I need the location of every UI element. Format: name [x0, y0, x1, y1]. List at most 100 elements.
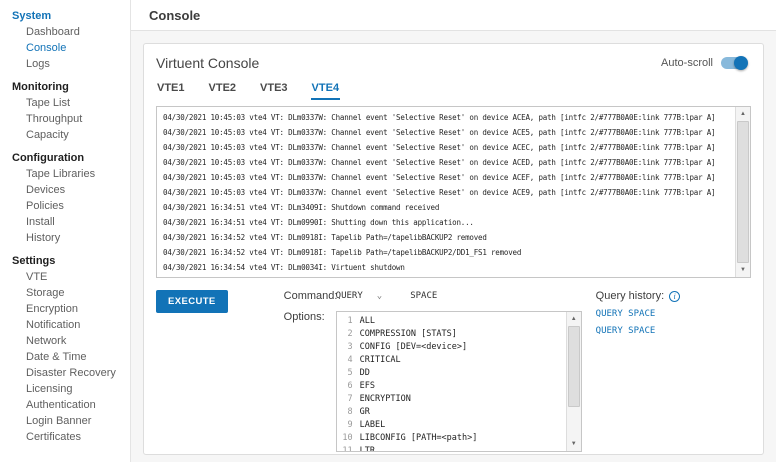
option-number: 10: [342, 433, 353, 443]
option-label: DD: [359, 368, 370, 378]
info-icon[interactable]: i: [669, 290, 681, 302]
log-line: 04/30/2021 10:45:03 vte4 VT: DLm0337W: C…: [163, 158, 716, 167]
tab-vte4[interactable]: VTE4: [310, 80, 341, 100]
command-panel: EXECUTE Command: QUERY ⌄ SPACE Options:: [156, 290, 751, 452]
option-item-encryption[interactable]: 7 ENCRYPTION: [337, 393, 563, 406]
option-number: 3: [347, 342, 353, 352]
option-item-ltr[interactable]: 11 LTR: [337, 445, 563, 452]
card-header: Virtuent Console Auto-scroll: [156, 55, 751, 71]
card-title: Virtuent Console: [156, 55, 260, 71]
command-label: Command:: [283, 290, 338, 302]
sidebar-section-system: System: [12, 10, 52, 22]
command-argument-input[interactable]: SPACE: [410, 291, 437, 301]
option-item-label[interactable]: 9 LABEL: [337, 419, 563, 432]
option-item-gr[interactable]: 8 GR: [337, 406, 563, 419]
execute-button[interactable]: EXECUTE: [156, 290, 228, 313]
option-item-libconfig-path-path[interactable]: 10 LIBCONFIG [PATH=<path>]: [337, 432, 563, 445]
sidebar-item-tape-list[interactable]: Tape List: [0, 95, 130, 111]
virtuent-console-card: Virtuent Console Auto-scroll VTE1 VTE2 VTE…: [143, 43, 764, 455]
command-form: Command: QUERY ⌄ SPACE Options: 1 ALL 2 COM…: [284, 290, 582, 452]
options-label: Options:: [283, 311, 325, 323]
sidebar-section-settings: Settings: [12, 255, 56, 267]
log-line: 04/30/2021 16:34:54 vte4 VT: DLm0034I: V…: [163, 263, 405, 272]
option-label: GR: [359, 407, 370, 417]
sidebar-item-dashboard[interactable]: Dashboard: [0, 24, 130, 40]
sidebar-item-logs[interactable]: Logs: [0, 56, 130, 72]
tab-vte2[interactable]: VTE2: [208, 80, 238, 100]
autoscroll-label: Auto-scroll: [661, 57, 713, 69]
option-item-all[interactable]: 1 ALL: [337, 315, 563, 328]
option-number: 4: [347, 355, 353, 365]
options-scrollbar-thumb[interactable]: [567, 326, 580, 407]
log-line: 04/30/2021 10:45:03 vte4 VT: DLm0337W: C…: [163, 113, 716, 122]
sidebar-item-throughput[interactable]: Throughput: [0, 111, 130, 127]
scroll-up-icon[interactable]: ▲: [567, 312, 581, 326]
sidebar-item-capacity[interactable]: Capacity: [0, 127, 130, 143]
log-line: 04/30/2021 16:34:51 vte4 VT: DLm0990I: S…: [163, 218, 474, 227]
sidebar-section-monitoring: Monitoring: [12, 81, 69, 93]
sidebar-item-disaster-recovery[interactable]: Disaster Recovery: [0, 365, 130, 381]
app-window: System Dashboard Console Logs Monitoring Tape…: [0, 0, 776, 462]
sidebar-item-devices[interactable]: Devices: [0, 182, 130, 198]
chevron-down-icon: ⌄: [376, 291, 383, 301]
option-number: 5: [347, 368, 353, 378]
options-listbox[interactable]: 1 ALL 2 COMPRESSION [STATS] 3 CONFIG [DEV=<de…: [335, 311, 582, 452]
sidebar-item-history[interactable]: History: [0, 230, 130, 246]
console-log-viewport[interactable]: 04/30/2021 10:45:03 vte4 VT: DLm0337W: C…: [156, 106, 751, 278]
command-select[interactable]: QUERY ⌄: [336, 291, 383, 301]
log-line: 04/30/2021 16:34:52 vte4 VT: DLm0918I: T…: [163, 248, 522, 257]
option-number: 8: [347, 407, 353, 417]
tab-vte3[interactable]: VTE3: [259, 80, 289, 100]
sidebar-item-licensing[interactable]: Licensing: [0, 381, 130, 397]
scroll-down-icon[interactable]: ▼: [567, 437, 581, 451]
sidebar-item-tape-libraries[interactable]: Tape Libraries: [0, 166, 130, 182]
tab-vte1[interactable]: VTE1: [156, 80, 186, 100]
sidebar-item-policies[interactable]: Policies: [0, 198, 130, 214]
option-item-critical[interactable]: 4 CRITICAL: [337, 354, 563, 367]
option-item-compression-stats[interactable]: 2 COMPRESSION [STATS]: [337, 328, 563, 341]
toggle-knob: [734, 56, 748, 70]
sidebar-item-vte[interactable]: VTE: [0, 269, 130, 285]
log-scrollbar[interactable]: ▲ ▼: [735, 107, 750, 277]
sidebar-item-install[interactable]: Install: [0, 214, 130, 230]
option-label: EFS: [359, 381, 376, 391]
sidebar-section-configuration: Configuration: [12, 152, 85, 164]
main-area: Console Virtuent Console Auto-scroll VTE…: [131, 0, 776, 462]
scroll-up-icon[interactable]: ▲: [736, 107, 750, 121]
option-label: LABEL: [359, 420, 386, 430]
option-number: 2: [347, 329, 353, 339]
option-item-dd[interactable]: 5 DD: [337, 367, 563, 380]
option-item-efs[interactable]: 6 EFS: [337, 380, 563, 393]
option-label: COMPRESSION [STATS]: [359, 329, 457, 339]
log-line: 04/30/2021 16:34:52 vte4 VT: DLm0918I: T…: [163, 233, 487, 242]
sidebar-item-network[interactable]: Network: [0, 333, 130, 349]
options-list: 1 ALL 2 COMPRESSION [STATS] 3 CONFIG [DEV=<de…: [337, 315, 563, 452]
console-log-lines: 04/30/2021 10:45:03 vte4 VT: DLm0337W: C…: [163, 110, 730, 275]
sidebar-item-notification[interactable]: Notification: [0, 317, 130, 333]
option-number: 11: [342, 446, 353, 452]
option-item-config-dev-device[interactable]: 3 CONFIG [DEV=<device>]: [337, 341, 563, 354]
sidebar-item-certificates[interactable]: Certificates: [0, 429, 130, 445]
sidebar-item-authentication[interactable]: Authentication: [0, 397, 130, 413]
query-history-link[interactable]: QUERY SPACE: [596, 326, 680, 336]
log-line: 04/30/2021 10:45:03 vte4 VT: DLm0337W: C…: [163, 128, 716, 137]
sidebar-item-login-banner[interactable]: Login Banner: [0, 413, 130, 429]
option-label: CONFIG [DEV=<device>]: [359, 342, 468, 352]
query-history-header: Query history: i: [596, 290, 681, 302]
query-history-links: QUERY SPACE QUERY SPACE: [596, 309, 680, 336]
query-history-link[interactable]: QUERY SPACE: [596, 309, 680, 319]
log-scrollbar-thumb[interactable]: [737, 121, 749, 263]
option-label: CRITICAL: [359, 355, 401, 365]
sidebar-item-date-time[interactable]: Date & Time: [0, 349, 130, 365]
sidebar-item-console[interactable]: Console: [0, 40, 130, 56]
option-number: 7: [347, 394, 353, 404]
option-label: ALL: [359, 316, 376, 326]
sidebar: System Dashboard Console Logs Monitoring Tape…: [0, 0, 131, 462]
content-area: Virtuent Console Auto-scroll VTE1 VTE2 VTE…: [131, 31, 776, 462]
page-title: Console: [149, 7, 201, 23]
sidebar-item-storage[interactable]: Storage: [0, 285, 130, 301]
scroll-down-icon[interactable]: ▼: [736, 263, 750, 277]
sidebar-item-encryption[interactable]: Encryption: [0, 301, 130, 317]
autoscroll-toggle[interactable]: [721, 56, 748, 70]
options-scrollbar[interactable]: ▲ ▼: [565, 312, 581, 451]
